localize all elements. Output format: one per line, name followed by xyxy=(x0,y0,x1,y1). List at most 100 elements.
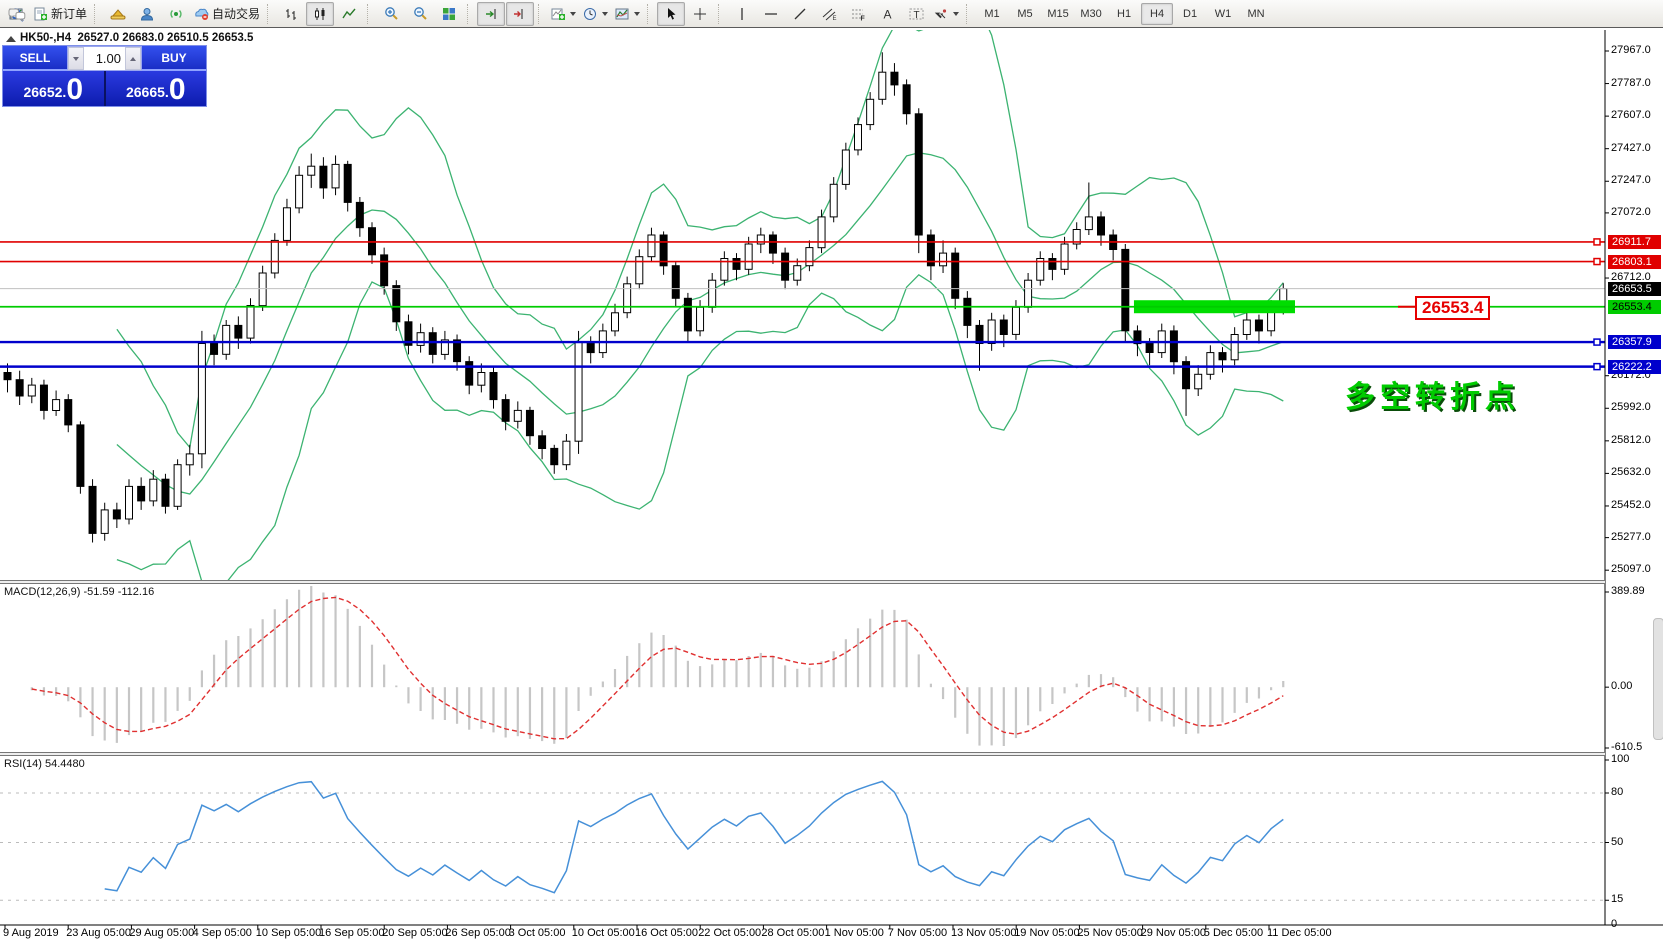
price-level-badge: 26553.4 xyxy=(1608,300,1661,314)
buy-price-display[interactable]: 26665. 0 xyxy=(106,71,207,106)
volume-increase-button[interactable] xyxy=(125,47,141,70)
zoom-in-button[interactable] xyxy=(377,2,405,26)
axis-tick-label: 25277.0 xyxy=(1611,531,1663,543)
trendline-icon xyxy=(793,7,807,21)
svg-text:F: F xyxy=(860,15,865,21)
sell-price-display[interactable]: 26652. 0 xyxy=(3,71,104,106)
toolbar-separator xyxy=(966,4,972,24)
candlestick-chart-icon xyxy=(313,7,327,21)
dropdown-caret-icon xyxy=(570,12,576,16)
cursor-tool-button[interactable] xyxy=(657,2,685,26)
chat-bubbles-icon xyxy=(8,8,26,23)
timeframe-M5[interactable]: M5 xyxy=(1009,3,1041,25)
timeframe-M1[interactable]: M1 xyxy=(976,3,1008,25)
market-button[interactable] xyxy=(133,2,161,26)
candlestick-chart-button[interactable] xyxy=(306,2,334,26)
trendline-tool-button[interactable] xyxy=(786,2,814,26)
timeframe-H4[interactable]: H4 xyxy=(1141,3,1173,25)
volume-input[interactable]: 1.00 xyxy=(84,47,125,70)
arrow-up-icon xyxy=(130,57,136,61)
fibonacci-tool-button[interactable]: F xyxy=(844,2,872,26)
price-level-badge: 26803.1 xyxy=(1608,255,1661,269)
toolbar-separator xyxy=(467,4,473,24)
bar-chart-icon xyxy=(284,7,298,21)
new-order-button[interactable]: 新订单 xyxy=(31,2,90,26)
bar-chart-button[interactable] xyxy=(277,2,305,26)
templates-button[interactable] xyxy=(612,2,643,26)
timeframe-D1[interactable]: D1 xyxy=(1174,3,1206,25)
date-axis-label: 22 Oct 05:00 xyxy=(698,927,761,939)
axis-tick-label: -610.5 xyxy=(1611,741,1663,753)
macd-pane-splitter[interactable] xyxy=(0,580,1605,584)
chart-symbol-period: HK50-,H4 xyxy=(20,32,71,44)
toolbar-separator xyxy=(94,4,100,24)
side-panel-handle[interactable] xyxy=(1653,618,1663,740)
zoom-out-button[interactable] xyxy=(406,2,434,26)
horizontal-line-tool-button[interactable] xyxy=(757,2,785,26)
axis-tick-label: 27072.0 xyxy=(1611,206,1663,218)
chat-button[interactable] xyxy=(2,3,32,27)
fibonacci-icon: F xyxy=(851,7,866,21)
timeframe-W1[interactable]: W1 xyxy=(1207,3,1239,25)
rsi-pane-splitter[interactable] xyxy=(0,752,1605,756)
chart-annotation-text[interactable]: 多空转折点 xyxy=(1345,372,1520,416)
date-axis-label: 16 Sep 05:00 xyxy=(319,927,384,939)
date-axis-label: 5 Dec 05:00 xyxy=(1204,927,1263,939)
tile-windows-button[interactable] xyxy=(435,2,463,26)
toolbar-separator xyxy=(538,4,544,24)
autotrading-button[interactable]: 自动交易 xyxy=(191,2,263,26)
chart-shift-button[interactable] xyxy=(506,2,534,26)
signals-icon xyxy=(169,7,183,21)
date-axis-label: 29 Aug 05:00 xyxy=(129,927,194,939)
toolbar-separator xyxy=(367,4,373,24)
expert-advisors-icon xyxy=(110,7,126,21)
auto-scroll-button[interactable] xyxy=(477,2,505,26)
chart-window: HK50-,H4 26527.0 26683.0 26510.5 26653.5… xyxy=(0,28,1663,946)
date-axis-label: 20 Sep 05:00 xyxy=(382,927,447,939)
axis-tick-label: 25452.0 xyxy=(1611,499,1663,511)
date-axis-label: 16 Oct 05:00 xyxy=(635,927,698,939)
toolbar-separator xyxy=(267,4,273,24)
timeframe-M30[interactable]: M30 xyxy=(1075,3,1107,25)
price-tag-label[interactable]: 26553.4 xyxy=(1415,296,1490,320)
vertical-line-tool-button[interactable] xyxy=(728,2,756,26)
timeframe-M15[interactable]: M15 xyxy=(1042,3,1074,25)
toolbar-separator xyxy=(718,4,724,24)
signals-button[interactable] xyxy=(162,2,190,26)
axis-tick-label: 100 xyxy=(1611,753,1663,765)
line-chart-button[interactable] xyxy=(335,2,363,26)
channel-tool-button[interactable]: E xyxy=(815,2,843,26)
timeframe-H1[interactable]: H1 xyxy=(1108,3,1140,25)
expert-advisors-button[interactable] xyxy=(104,2,132,26)
text-icon: A xyxy=(881,7,894,21)
market-profile-icon xyxy=(140,7,154,21)
chart-ohlc-values: 26527.0 26683.0 26510.5 26653.5 xyxy=(78,32,254,44)
zoom-in-icon xyxy=(384,6,399,21)
svg-text:E: E xyxy=(832,16,836,21)
chart-canvas[interactable] xyxy=(0,28,1663,946)
trading-platform-window: 新订单 自动交易 xyxy=(0,0,1663,946)
buy-button[interactable]: BUY xyxy=(142,46,206,71)
dropdown-caret-icon xyxy=(953,12,959,16)
panel-collapse-arrow[interactable] xyxy=(6,36,16,42)
axis-tick-label: 27607.0 xyxy=(1611,109,1663,121)
sell-button[interactable]: SELL xyxy=(3,46,67,71)
volume-decrease-button[interactable] xyxy=(68,47,84,70)
new-order-icon xyxy=(34,7,48,21)
label-tool-button[interactable]: T xyxy=(902,2,930,26)
clock-icon xyxy=(583,7,597,21)
date-axis-label: 10 Sep 05:00 xyxy=(256,927,321,939)
axis-tick-label: 25812.0 xyxy=(1611,434,1663,446)
shapes-tool-button[interactable] xyxy=(931,2,962,26)
volume-control: 1.00 xyxy=(67,46,142,71)
indicators-button[interactable] xyxy=(548,2,579,26)
date-axis-label: 19 Nov 05:00 xyxy=(1014,927,1079,939)
timeframe-MN[interactable]: MN xyxy=(1240,3,1272,25)
date-axis-label: 4 Sep 05:00 xyxy=(193,927,252,939)
crosshair-tool-button[interactable] xyxy=(686,2,714,26)
template-icon xyxy=(615,7,629,21)
crosshair-icon xyxy=(693,7,707,21)
periods-button[interactable] xyxy=(580,2,611,26)
text-tool-button[interactable]: A xyxy=(873,2,901,26)
svg-text:A: A xyxy=(883,7,891,21)
